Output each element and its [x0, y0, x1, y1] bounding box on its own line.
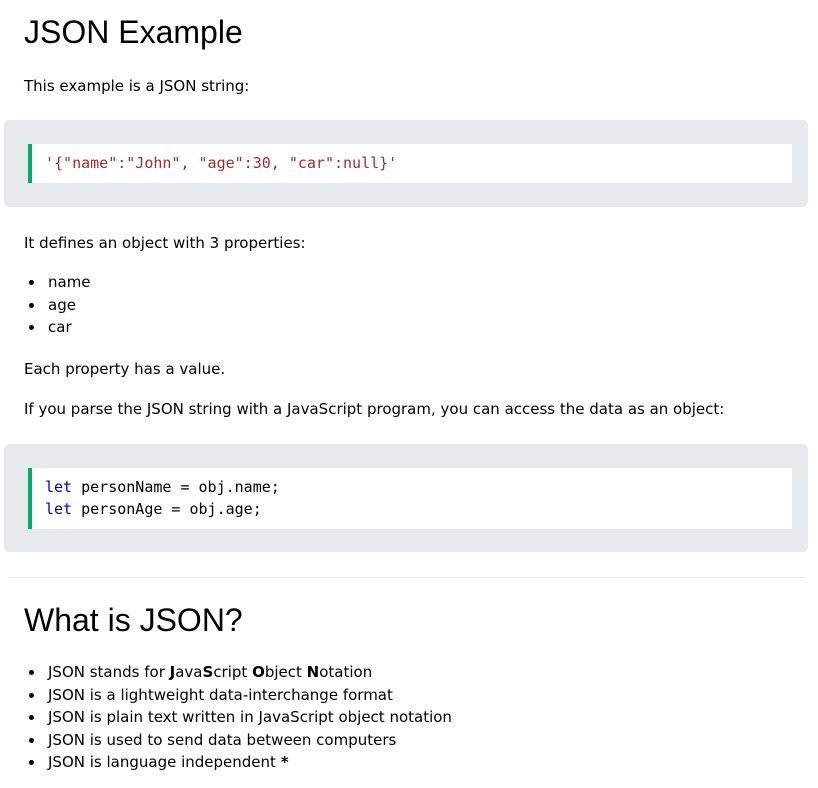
defines-text: It defines an object with 3 properties: [24, 234, 306, 252]
fact-text: ava [175, 663, 203, 681]
list-item: JSON is plain text written in JavaScript… [29, 706, 452, 729]
section-title: What is JSON? [24, 602, 243, 638]
acronym-letter: O [252, 663, 265, 681]
code-text: personAge = obj.age; [72, 500, 262, 518]
list-item: JSON stands for JavaScript Object Notati… [29, 661, 452, 684]
list-item: name [29, 271, 91, 294]
list-item: JSON is used to send data between comput… [29, 729, 452, 752]
asterisk-footnote-link[interactable]: * [281, 753, 289, 771]
list-item: JSON is a lightweight data-interchange f… [29, 684, 452, 707]
code-line: let personName = obj.name; [45, 476, 792, 498]
fact-text: bject [264, 663, 307, 681]
acronym-letter: S [202, 663, 214, 681]
keyword: let [45, 478, 73, 496]
intro-text: This example is a JSON string: [24, 77, 250, 95]
properties-list: name age car [24, 271, 91, 339]
list-item: JSON is language independent * [29, 751, 452, 774]
code-line: let personAge = obj.age; [45, 498, 792, 520]
parse-text: If you parse the JSON string with a Java… [24, 400, 725, 418]
json-code-block[interactable]: '{"name":"John", "age":30, "car":null}' [28, 144, 792, 183]
json-example-box: '{"name":"John", "age":30, "car":null}' [4, 120, 808, 207]
keyword: let [45, 500, 73, 518]
js-code-block[interactable]: let personName = obj.name; let personAge… [28, 468, 792, 529]
section-divider [8, 577, 804, 578]
fact-text: cript [213, 663, 253, 681]
list-item: age [29, 294, 91, 317]
fact-text: JSON is language independent [48, 753, 281, 771]
json-facts-list: JSON stands for JavaScript Object Notati… [24, 661, 452, 774]
each-property-text: Each property has a value. [24, 360, 226, 378]
code-text: personName = obj.name; [72, 478, 280, 496]
fact-text: JSON stands for [48, 663, 170, 681]
js-example-box: let personName = obj.name; let personAge… [4, 444, 808, 552]
fact-text: otation [319, 663, 373, 681]
json-string: '{"name":"John", "age":30, "car":null}' [45, 154, 398, 172]
acronym-letter: N [306, 663, 320, 681]
list-item: car [29, 316, 91, 339]
page-title: JSON Example [24, 14, 243, 50]
